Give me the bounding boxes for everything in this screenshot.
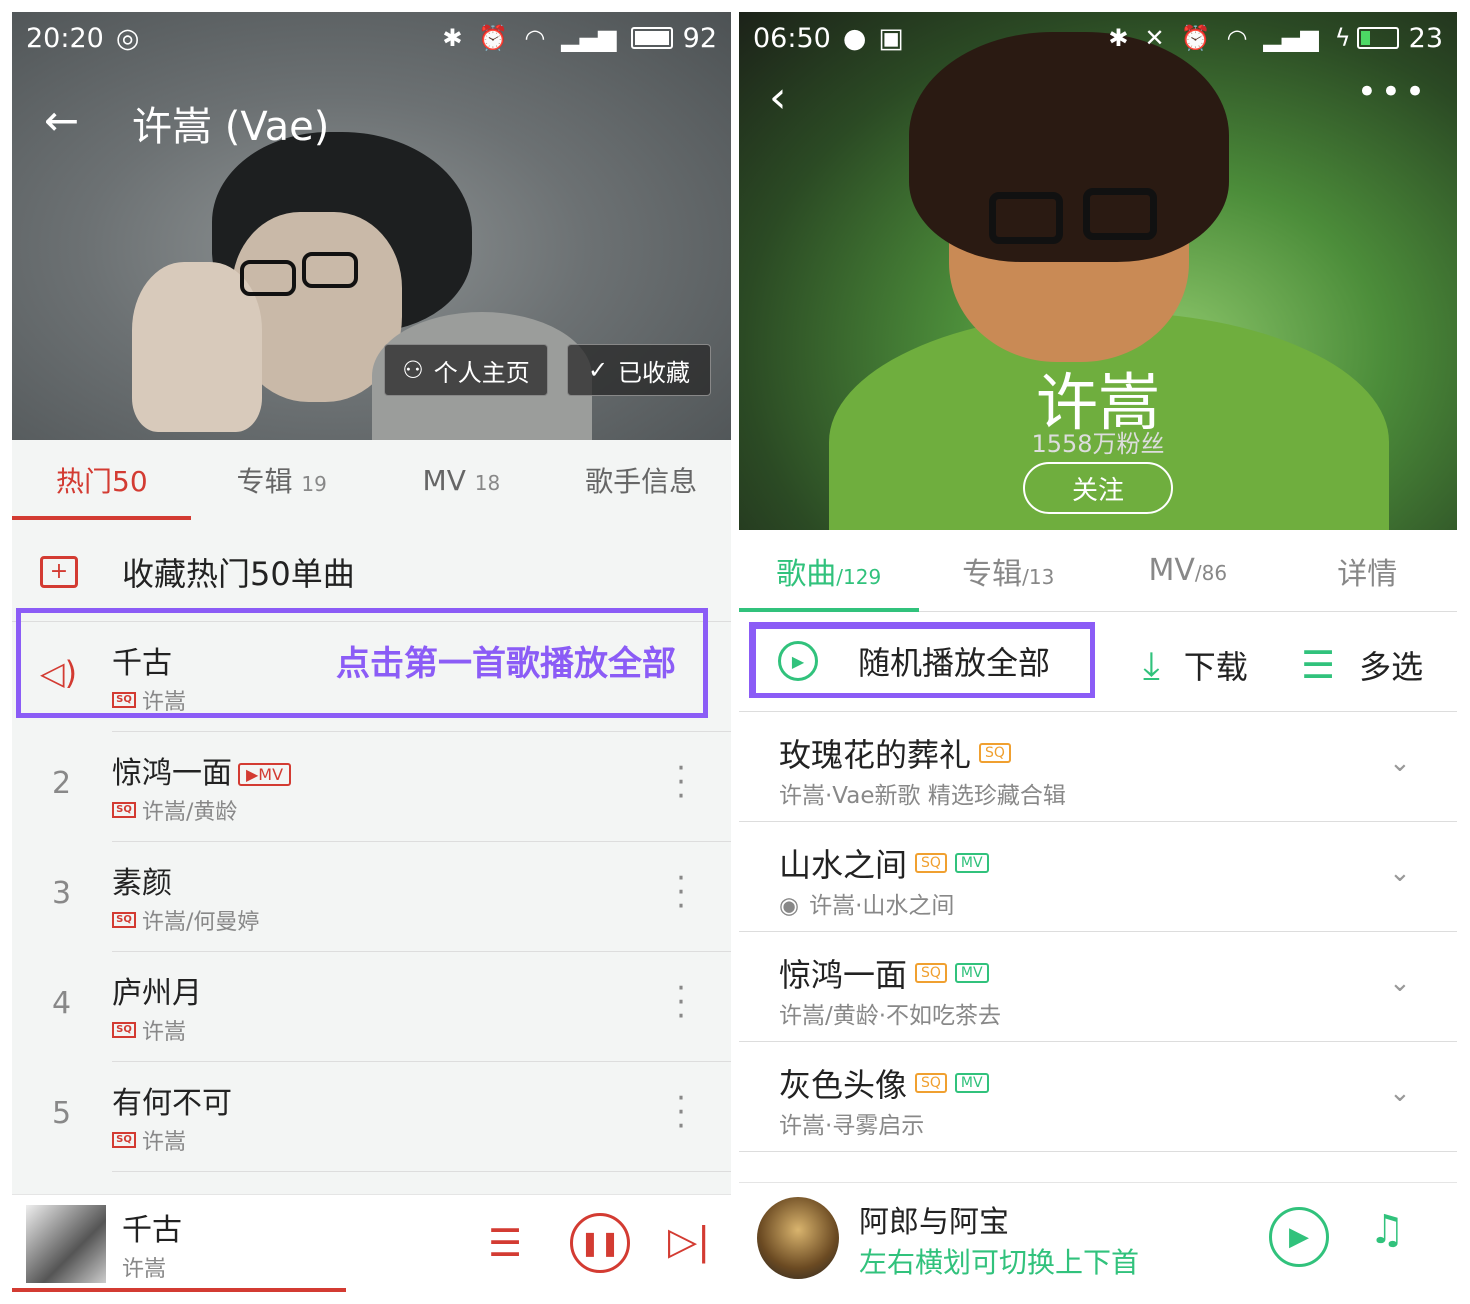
mini-player[interactable]: 阿郎与阿宝 左右横划可切换上下首 ▶ ♫ xyxy=(739,1182,1457,1300)
tab-mv[interactable]: MV/86 xyxy=(1098,553,1278,588)
signal-icon: ▂▄▆ xyxy=(561,24,617,52)
bluetooth-icon: ✱ xyxy=(442,24,463,52)
image-icon: ▣ xyxy=(878,22,904,54)
more-menu-icon[interactable]: ••• xyxy=(1357,72,1429,112)
add-folder-icon: + xyxy=(40,555,78,588)
tab-mv[interactable]: MV 18 xyxy=(372,464,552,497)
battery-level: 23 xyxy=(1408,22,1443,54)
more-options-icon[interactable]: · · · xyxy=(676,1084,686,1142)
chevron-down-icon[interactable]: ⌄ xyxy=(1389,858,1411,888)
song-row[interactable]: 5 有何不可 SQ 许嵩 · · · xyxy=(12,1062,731,1172)
album-thumbnail xyxy=(26,1205,106,1283)
sq-badge: SQ xyxy=(915,963,947,983)
song-row[interactable]: 惊鸿一面 SQ MV 许嵩/黄龄·不如吃茶去 ⌄ xyxy=(739,932,1457,1042)
collect-hot50-row[interactable]: + 收藏热门50单曲 xyxy=(12,522,731,622)
artist-tabs: 热门50 专辑 19 MV 18 歌手信息 xyxy=(12,440,731,520)
song-row[interactable]: 灰色头像 SQ MV 许嵩·寻雾启示 ⌄ xyxy=(739,1042,1457,1152)
status-bar: 20:20 ◎ ✱ ⏰ ◠ ▂▄▆ 92 xyxy=(12,12,731,64)
alarm-icon: ⏰ xyxy=(1180,24,1211,52)
highlight-box xyxy=(749,622,1095,698)
status-bar: 06:50 ● ▣ ✱ ✕ ⏰ ◠ ▂▄▆ ϟ 23 xyxy=(739,12,1457,64)
more-options-icon[interactable]: · · · xyxy=(676,864,686,922)
play-button[interactable]: ▶ xyxy=(1269,1207,1329,1267)
playback-progress xyxy=(12,1288,346,1292)
download-icon: ⤓ xyxy=(1143,642,1160,687)
artist-tabs: 歌曲/129 专辑/13 MV/86 详情 xyxy=(739,530,1457,612)
album-thumbnail xyxy=(757,1197,839,1279)
song-row[interactable]: 4 庐州月 SQ 许嵩 · · · xyxy=(12,952,731,1062)
profile-button[interactable]: ⚇ 个人主页 xyxy=(384,344,548,396)
chevron-down-icon[interactable]: ⌄ xyxy=(1389,968,1411,998)
song-row[interactable]: 3 素颜 SQ 许嵩/何曼婷 · · · xyxy=(12,842,731,952)
disc-icon: ◉ xyxy=(779,893,800,919)
back-chevron-icon[interactable]: ‹ xyxy=(769,72,787,123)
tab-albums[interactable]: 专辑 19 xyxy=(192,460,372,500)
person-icon: ⚇ xyxy=(402,356,424,384)
active-tab-indicator xyxy=(12,516,191,520)
charging-icon: ϟ xyxy=(1334,24,1351,52)
status-time: 20:20 xyxy=(26,22,104,54)
mv-badge[interactable]: ▶MV xyxy=(238,763,292,786)
check-icon: ✓ xyxy=(587,356,609,384)
tab-songs[interactable]: 歌曲/129 xyxy=(739,549,919,593)
multi-select-button[interactable]: ☰ 多选 xyxy=(1301,642,1423,688)
follow-button[interactable]: 关注 xyxy=(1023,462,1173,514)
sq-badge: SQ xyxy=(915,1073,947,1093)
battery-icon xyxy=(1356,27,1399,49)
wifi-icon: ◠ xyxy=(1226,24,1248,52)
checklist-icon: ☰ xyxy=(1301,643,1336,687)
mv-badge[interactable]: MV xyxy=(954,963,989,983)
battery-level: 92 xyxy=(682,22,717,54)
pause-button[interactable]: ❚❚ xyxy=(570,1213,630,1273)
playlist-icon[interactable]: ☰ xyxy=(488,1221,522,1265)
battery-icon xyxy=(630,27,673,49)
song-row[interactable]: 山水之间 SQ MV ◉ 许嵩·山水之间 ⌄ xyxy=(739,822,1457,932)
tab-details[interactable]: 详情 xyxy=(1278,549,1458,593)
playlist-icon[interactable]: ♫ xyxy=(1369,1207,1405,1253)
sq-badge: SQ xyxy=(915,853,947,873)
notification-icon: ● xyxy=(842,22,867,54)
status-time: 06:50 xyxy=(753,22,831,54)
chevron-down-icon[interactable]: ⌄ xyxy=(1389,748,1411,778)
sq-badge: SQ xyxy=(979,743,1011,763)
next-track-icon[interactable]: ▷| xyxy=(668,1219,710,1263)
tab-albums[interactable]: 专辑/13 xyxy=(919,549,1099,593)
wifi-icon: ◠ xyxy=(524,24,546,52)
sync-icon: ◎ xyxy=(115,22,140,54)
song-row[interactable]: 2 惊鸿一面 ▶MV SQ 许嵩/黄龄 · · · xyxy=(12,732,731,842)
signal-icon: ▂▄▆ xyxy=(1263,24,1319,52)
back-arrow-icon[interactable]: ← xyxy=(44,96,79,145)
alarm-icon: ⏰ xyxy=(478,24,509,52)
chevron-down-icon[interactable]: ⌄ xyxy=(1389,1078,1411,1108)
mv-badge[interactable]: MV xyxy=(954,853,989,873)
mv-badge[interactable]: MV xyxy=(954,1073,989,1093)
bluetooth-icon: ✱ xyxy=(1108,24,1129,52)
fan-count: 1558万粉丝 xyxy=(1031,430,1165,458)
more-options-icon[interactable]: · · · xyxy=(676,754,686,812)
tab-artist-info[interactable]: 歌手信息 xyxy=(551,460,731,500)
download-button[interactable]: ⤓ 下载 xyxy=(1143,642,1248,688)
annotation-hint: 点击第一首歌播放全部 xyxy=(336,644,676,684)
mini-player[interactable]: 千古 许嵩 ☰ ❚❚ ▷| xyxy=(12,1194,731,1300)
mute-icon: ✕ xyxy=(1144,24,1165,52)
tab-hot50[interactable]: 热门50 xyxy=(12,460,192,500)
page-title: 许嵩 (Vae) xyxy=(132,104,330,150)
song-row[interactable]: 玫瑰花的葬礼 SQ 许嵩·Vae新歌 精选珍藏合辑 ⌄ xyxy=(739,712,1457,822)
active-tab-indicator xyxy=(739,608,919,612)
more-options-icon[interactable]: · · · xyxy=(676,974,686,1032)
collected-button[interactable]: ✓ 已收藏 xyxy=(567,344,711,396)
